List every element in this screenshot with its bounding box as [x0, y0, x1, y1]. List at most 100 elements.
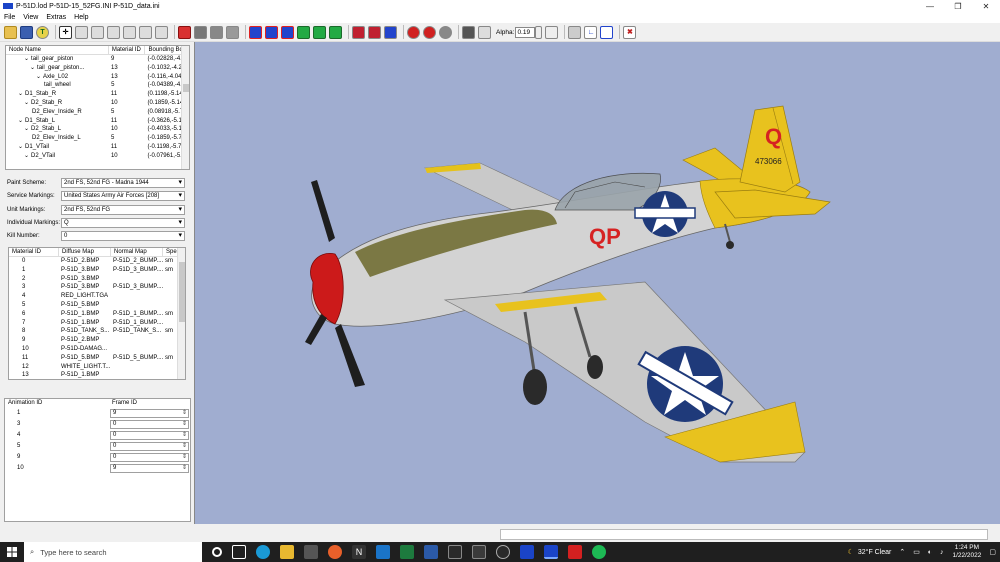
- alpha-spin-icon[interactable]: [535, 25, 543, 39]
- tree-node[interactable]: ⌄ tail_gear_piston 9 (-0.02828,-4.: [6, 55, 189, 64]
- render-mode-3-icon[interactable]: [281, 25, 294, 39]
- property-select[interactable]: Q: [61, 217, 185, 228]
- material-row[interactable]: 13 P-51D_1.BMP: [9, 371, 185, 379]
- expand-toggle-icon[interactable]: ⌄: [24, 56, 29, 62]
- 3d-viewport[interactable]: QP Q 473066: [194, 42, 1000, 524]
- bounding-box-icon[interactable]: [545, 25, 559, 39]
- box-select-icon[interactable]: [462, 25, 475, 39]
- property-select[interactable]: 2nd FS, 52nd FG - Madna 1944: [61, 178, 185, 188]
- lighting-1-icon[interactable]: [352, 25, 365, 39]
- material-row[interactable]: 10 P-51D-DAMAG...: [9, 345, 185, 354]
- frame-id-stepper[interactable]: 0: [110, 420, 189, 429]
- top-view-icon[interactable]: [123, 25, 136, 39]
- material-row[interactable]: 6 P-51D_1.BMP P-51D_1_BUMP.... sm: [9, 310, 185, 319]
- task-view-icon[interactable]: [232, 545, 246, 559]
- col-node-name[interactable]: Node Name: [6, 46, 109, 54]
- save-disk-icon[interactable]: [20, 25, 33, 39]
- property-select[interactable]: 0: [61, 231, 185, 242]
- cube-wire-icon[interactable]: [155, 25, 168, 39]
- spotify-icon[interactable]: [592, 545, 606, 559]
- tree-node[interactable]: ⌄ D1_VTail 11 (-0.1198,-5.7: [6, 143, 189, 152]
- word-icon[interactable]: [424, 545, 438, 559]
- texture-t-icon[interactable]: T: [36, 25, 49, 39]
- tools-icon[interactable]: ✖: [623, 25, 637, 39]
- expand-toggle-icon[interactable]: ⌄: [24, 100, 29, 106]
- cortana-icon[interactable]: [212, 547, 222, 557]
- property-select[interactable]: 2nd FS, 52nd FG: [61, 204, 185, 215]
- tree-node[interactable]: ⌄ D2_Stab_R 10 (0.1859,-5.14: [6, 99, 189, 108]
- col-animation-id[interactable]: Animation ID: [5, 399, 109, 408]
- expand-toggle-icon[interactable]: ⌄: [36, 74, 41, 80]
- grid-toggle-icon[interactable]: [568, 25, 582, 39]
- frame-id-stepper[interactable]: 0: [110, 442, 189, 451]
- app-photo-icon[interactable]: [472, 545, 486, 559]
- material-row[interactable]: 12 WHITE_LIGHT.T...: [9, 363, 185, 372]
- material-row[interactable]: 2 P-51D_3.BMP: [9, 275, 185, 284]
- weather-text[interactable]: 32°F Clear: [858, 549, 892, 556]
- minimize-button[interactable]: —: [916, 0, 944, 12]
- damage-2-icon[interactable]: [423, 25, 436, 39]
- lighting-3-icon[interactable]: [384, 25, 397, 39]
- tree-node[interactable]: ⌄ D1_Stab_R 11 (0.1198,-5.14: [6, 90, 189, 99]
- tree-node[interactable]: ⌄ Axle_L02 13 (-0.116,-4.04: [6, 73, 189, 82]
- materials-scrollbar[interactable]: [177, 248, 185, 379]
- mail-icon[interactable]: [376, 545, 390, 559]
- render-mode-1-icon[interactable]: [249, 25, 262, 39]
- expand-toggle-icon[interactable]: ⌄: [18, 118, 23, 124]
- shape-gray1-icon[interactable]: [194, 25, 207, 39]
- tree-node[interactable]: ⌄ D2_Stab_L 10 (-0.4033,-5.1: [6, 125, 189, 134]
- col-mat-id[interactable]: Material ID: [9, 248, 59, 256]
- material-row[interactable]: 1 P-51D_3.BMP P-51D_3_BUMP.... sm: [9, 266, 185, 275]
- alpha-toggle-icon[interactable]: [478, 25, 491, 39]
- tree-node[interactable]: D2_Elev_Inside_L 5 (-0.1859,-5.7: [6, 134, 189, 143]
- tree-node[interactable]: ⌄ tail_gear_piston... 13 (-0.1032,-4.2: [6, 64, 189, 73]
- material-row[interactable]: 0 P-51D_2.BMP P-51D_2_BUMP.... sm: [9, 257, 185, 266]
- axes-icon[interactable]: ∟: [584, 25, 598, 39]
- close-button[interactable]: ✕: [972, 0, 1000, 12]
- material-row[interactable]: 7 P-51D_1.BMP P-51D_1_BUMP....: [9, 319, 185, 328]
- tree-node[interactable]: D2_Elev_Inside_R 5 (0.08918,-5.7: [6, 108, 189, 117]
- col-frame-id[interactable]: Frame ID: [109, 399, 179, 408]
- iso-view-icon[interactable]: [139, 25, 152, 39]
- expand-toggle-icon[interactable]: ⌄: [24, 153, 29, 159]
- material-row[interactable]: 5 P-51D_5.BMP: [9, 301, 185, 310]
- material-row[interactable]: 3 P-51D_3.BMP P-51D_3_BUMP....: [9, 283, 185, 292]
- node-tree-scrollbar[interactable]: [181, 46, 189, 169]
- menu-view[interactable]: View: [19, 14, 42, 21]
- property-select[interactable]: United States Army Air Forces [208]: [61, 191, 185, 202]
- app-n-icon[interactable]: N: [352, 545, 366, 559]
- taskbar-search[interactable]: ⌕ Type here to search: [24, 542, 202, 562]
- excel-icon[interactable]: [400, 545, 414, 559]
- col-diffuse-map[interactable]: Diffuse Map: [59, 248, 111, 256]
- damage-3-icon[interactable]: [439, 25, 452, 39]
- open-folder-icon[interactable]: [4, 25, 17, 39]
- menu-file[interactable]: File: [0, 14, 19, 21]
- tree-node[interactable]: tail_wheel 5 (-0.04389,-4.: [6, 81, 189, 90]
- shape-gray3-icon[interactable]: [226, 25, 239, 39]
- zoom-crosshair-icon[interactable]: ✛: [59, 25, 72, 39]
- material-row[interactable]: 9 P-51D_2.BMP: [9, 336, 185, 345]
- grid-view-icon[interactable]: [75, 25, 88, 39]
- expand-toggle-icon[interactable]: ⌄: [18, 144, 23, 150]
- lod-viewer-1-icon[interactable]: [520, 545, 534, 559]
- side-view-icon[interactable]: [107, 25, 120, 39]
- render-mode-4-icon[interactable]: [297, 25, 310, 39]
- tray-icons[interactable]: ⌃ ▭ ◐ ♪: [899, 548, 946, 556]
- frame-id-stepper[interactable]: 9: [110, 464, 189, 473]
- camera-box-icon[interactable]: [600, 25, 614, 39]
- tree-node[interactable]: ⌄ D2_VTail 10 (-0.07961,-5.: [6, 152, 189, 161]
- firefox-icon[interactable]: [328, 545, 342, 559]
- maximize-button[interactable]: ❐: [944, 0, 972, 12]
- damage-1-icon[interactable]: [407, 25, 420, 39]
- expand-toggle-icon[interactable]: ⌄: [24, 126, 29, 132]
- expand-toggle-icon[interactable]: ⌄: [30, 65, 35, 71]
- material-row[interactable]: 4 RED_LIGHT.TGA: [9, 292, 185, 301]
- col-material-id[interactable]: Material ID: [109, 46, 146, 54]
- col-normal-map[interactable]: Normal Map: [111, 248, 163, 256]
- material-row[interactable]: 8 P-51D_TANK_S... P-51D_TANK_S... sm: [9, 327, 185, 336]
- game-icon[interactable]: [496, 545, 510, 559]
- alpha-input[interactable]: [515, 26, 536, 38]
- render-mode-2-icon[interactable]: [265, 25, 278, 39]
- frame-id-stepper[interactable]: 0: [110, 453, 189, 462]
- menu-help[interactable]: Help: [70, 14, 92, 21]
